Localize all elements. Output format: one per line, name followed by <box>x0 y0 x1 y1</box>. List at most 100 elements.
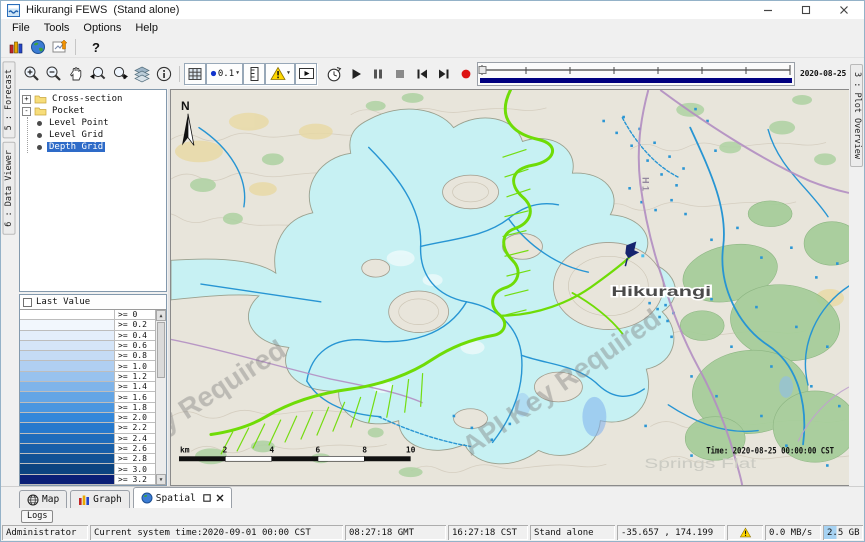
menu-options[interactable]: Options <box>76 21 128 35</box>
zoom-in-button[interactable] <box>21 63 43 85</box>
grid-icon <box>187 66 203 82</box>
legend-row[interactable]: >= 0.6 <box>20 341 155 351</box>
legend-row[interactable]: >= 0.2 <box>20 320 155 330</box>
legend-scrollbar[interactable]: ▲ ▼ <box>155 310 166 485</box>
menu-file[interactable]: File <box>5 21 37 35</box>
expand-icon[interactable]: + <box>22 95 31 104</box>
collapse-icon[interactable]: - <box>22 107 31 116</box>
maximize-button[interactable] <box>800 4 812 16</box>
tab-graph[interactable]: Graph <box>70 490 130 508</box>
zoom-out-button[interactable] <box>43 63 65 85</box>
menu-help[interactable]: Help <box>128 21 165 35</box>
maximize-tab-icon[interactable] <box>203 494 211 502</box>
main-toolbar: ? <box>1 37 864 58</box>
play-button[interactable] <box>345 63 367 85</box>
scroll-down-icon[interactable]: ▼ <box>156 474 166 485</box>
legend-swatch <box>20 320 115 329</box>
legend-row[interactable]: >= 1.2 <box>20 372 155 382</box>
status-gmt-time: 08:27:18 GMT <box>345 525 446 540</box>
menu-tools[interactable]: Tools <box>37 21 77 35</box>
tree-item-depth-grid[interactable]: Depth Grid <box>37 141 164 153</box>
left-shortcut-strip: 5 : Forecast 6 : Data Viewer <box>1 58 18 486</box>
layers-button[interactable] <box>131 63 153 85</box>
status-warning-cell[interactable] <box>727 525 763 540</box>
shortcut-tab-forecast[interactable]: 5 : Forecast <box>3 61 16 138</box>
legend-row[interactable]: >= 2.6 <box>20 444 155 454</box>
left-panel: + Cross-section - Pocket Lev <box>18 89 168 486</box>
map-time-label: Time: 2020-08-25 00:00:00 CST <box>706 445 834 455</box>
legend-row[interactable]: >= 2.4 <box>20 434 155 444</box>
app-logo-icon <box>7 4 20 17</box>
record-button[interactable] <box>455 63 477 85</box>
legend-row[interactable]: >= 1.8 <box>20 403 155 413</box>
tree-item-level-point[interactable]: Level Point <box>37 117 164 129</box>
legend-row[interactable]: >= 2.2 <box>20 423 155 433</box>
stop-icon <box>392 66 408 82</box>
zoom-next-button[interactable] <box>109 63 131 85</box>
status-memory: 2.5 GB <box>823 525 863 540</box>
scroll-up-icon[interactable]: ▲ <box>156 310 166 321</box>
legend-row[interactable]: >= 1.6 <box>20 392 155 402</box>
minimize-button[interactable] <box>762 4 774 16</box>
close-button[interactable] <box>838 4 850 16</box>
bullet-icon <box>37 121 42 126</box>
scale-button[interactable] <box>243 63 265 85</box>
legend-row[interactable]: >= 2.8 <box>20 454 155 464</box>
legend-swatch <box>20 382 115 391</box>
last-frame-button[interactable] <box>433 63 455 85</box>
legend-row[interactable]: >= 0.8 <box>20 351 155 361</box>
classbreak-dropdown[interactable]: 0.1▼ <box>206 63 243 85</box>
legend-label: >= 0.8 <box>115 351 155 360</box>
legend-row[interactable]: >= 3.0 <box>20 464 155 474</box>
legend-label: >= 2.6 <box>115 444 155 453</box>
legend-swatch <box>20 444 115 453</box>
map-display-button[interactable] <box>27 36 49 58</box>
road-label: H 1 <box>640 177 650 191</box>
help-button[interactable]: ? <box>92 40 100 55</box>
timeline-slider[interactable] <box>477 62 795 86</box>
legend-row[interactable]: >= 1.4 <box>20 382 155 392</box>
pause-button[interactable] <box>367 63 389 85</box>
pan-button[interactable] <box>65 63 87 85</box>
shortcut-tab-plot-overview[interactable]: 3 : Plot Overview <box>850 64 863 167</box>
legend-label: >= 0.2 <box>115 320 155 329</box>
grid-display-button[interactable] <box>184 63 206 85</box>
warning-dropdown[interactable]: ▼ <box>265 63 295 85</box>
close-tab-icon[interactable] <box>216 494 224 502</box>
title-bar: Hikurangi FEWS (Stand alone) <box>1 1 864 19</box>
legend-label: >= 2.8 <box>115 454 155 463</box>
tree-item-level-grid[interactable]: Level Grid <box>37 129 164 141</box>
legend-row[interactable]: >= 0.4 <box>20 331 155 341</box>
last-value-checkbox[interactable] <box>23 298 32 307</box>
timeseries-button[interactable] <box>49 36 71 58</box>
animation-frame-button[interactable] <box>295 63 317 85</box>
legend-row[interactable]: >= 1.0 <box>20 361 155 371</box>
shortcut-tab-data-viewer[interactable]: 6 : Data Viewer <box>3 142 16 235</box>
legend-label: >= 1.8 <box>115 403 155 412</box>
chevron-down-icon: ▼ <box>236 71 239 76</box>
stop-button[interactable] <box>389 63 411 85</box>
tab-map[interactable]: Map <box>19 490 67 508</box>
explorer-button[interactable] <box>5 36 27 58</box>
scale-tick: 2 <box>223 445 228 454</box>
skip-start-icon <box>414 66 430 82</box>
tab-spatial[interactable]: Spatial <box>133 487 232 508</box>
info-button[interactable] <box>153 63 175 85</box>
legend-label: >= 2.4 <box>115 434 155 443</box>
logs-button[interactable]: Logs <box>21 510 53 523</box>
tree-label: Level Point <box>47 118 111 128</box>
legend-row[interactable]: >= 0 <box>20 310 155 320</box>
timer-button[interactable] <box>323 63 345 85</box>
scroll-thumb[interactable] <box>157 322 165 378</box>
map-canvas[interactable]: API Key Required API Key Required Hikura… <box>170 89 849 486</box>
zoom-previous-button[interactable] <box>87 63 109 85</box>
legend-row[interactable]: >= 2.0 <box>20 413 155 423</box>
legend-row[interactable]: >= 3.2 <box>20 475 155 485</box>
tree-item-cross-section[interactable]: + Cross-section <box>22 93 164 105</box>
zoom-forward-icon <box>111 65 129 83</box>
first-frame-button[interactable] <box>411 63 433 85</box>
legend-swatch <box>20 434 115 443</box>
scale-tick: 8 <box>362 445 367 454</box>
pause-icon <box>370 66 386 82</box>
tree-item-pocket[interactable]: - Pocket <box>22 105 164 117</box>
